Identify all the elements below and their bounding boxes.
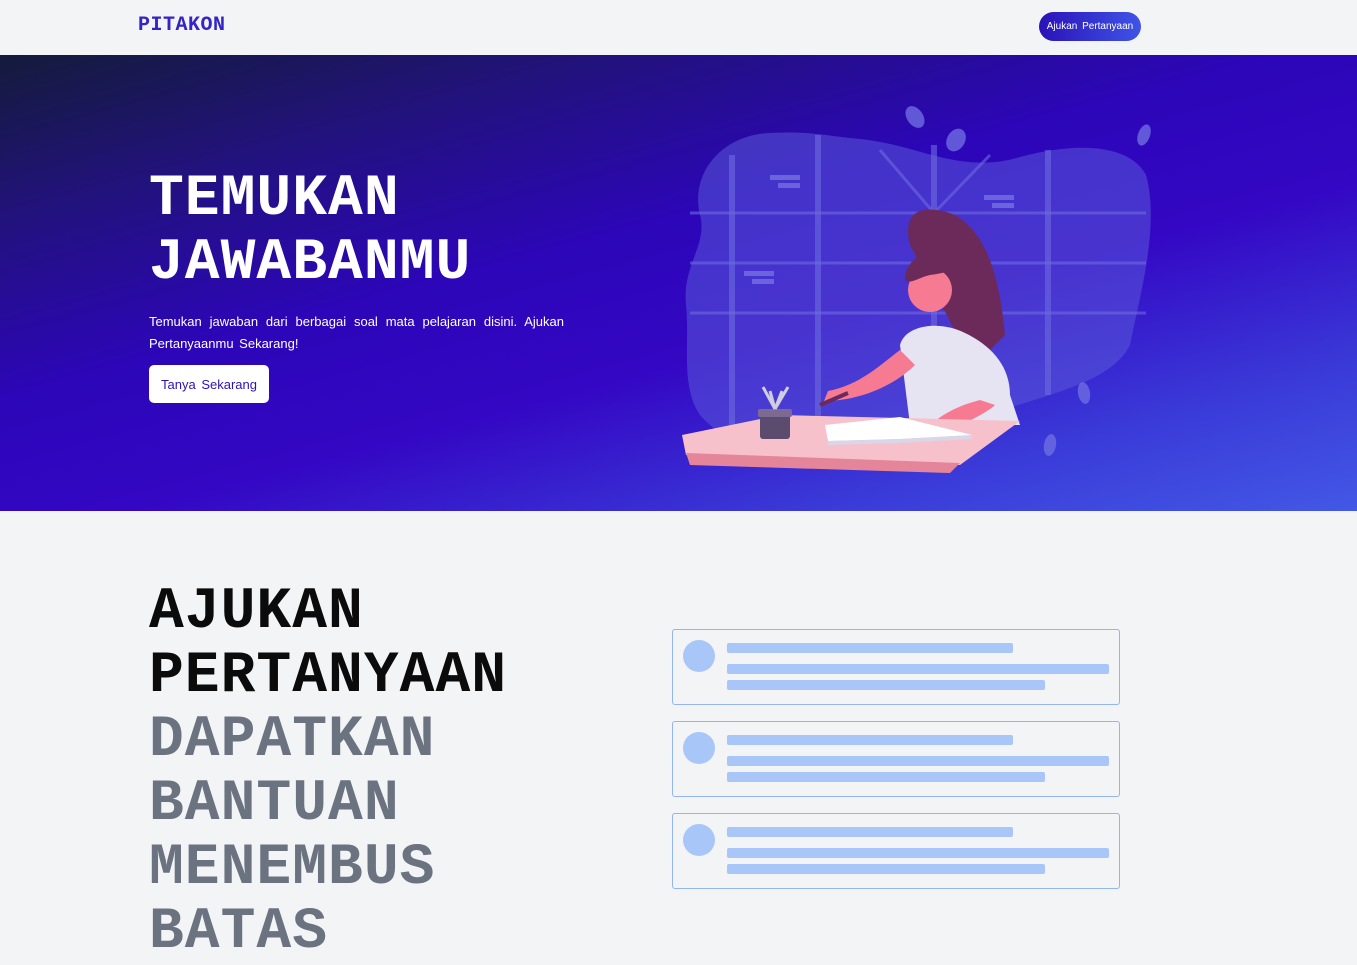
avatar-placeholder	[683, 640, 715, 672]
skeleton-line	[727, 756, 1109, 766]
question-preview-list	[672, 629, 1120, 905]
avatar-placeholder	[683, 732, 715, 764]
brand-logo[interactable]: PITAKON	[138, 14, 226, 37]
question-placeholder-card	[672, 813, 1120, 889]
ask-question-button[interactable]: Ajukan Pertanyaan	[1039, 12, 1141, 41]
skeleton-line	[727, 827, 1013, 837]
skeleton-line	[727, 735, 1013, 745]
question-placeholder-card	[672, 629, 1120, 705]
skeleton-line	[727, 643, 1013, 653]
ask-now-button[interactable]: Tanya Sekarang	[149, 365, 269, 403]
skeleton-line	[727, 848, 1109, 858]
hero-title-line-1: TEMUKAN	[149, 167, 400, 232]
hero-description: Temukan jawaban dari berbagai soal mata …	[149, 314, 564, 351]
skeleton-line	[727, 680, 1045, 690]
avatar-placeholder	[683, 824, 715, 856]
hero-section: TEMUKAN JAWABANMU Temukan jawaban dari b…	[0, 55, 1357, 511]
skeleton-line	[727, 772, 1045, 782]
hero-title-line-2: JAWABANMU	[149, 231, 472, 296]
feature-subtitle-line-1: DAPATKAN	[149, 708, 436, 773]
question-placeholder-card	[672, 721, 1120, 797]
feature-subtitle-line-4: BATAS	[149, 900, 329, 965]
navbar: PITAKON Ajukan Pertanyaan	[0, 0, 1357, 55]
feature-title-line-2: PERTANYAAN	[149, 644, 508, 709]
feature-subtitle-line-2: BANTUAN	[149, 772, 400, 837]
hero-title: TEMUKAN JAWABANMU	[149, 168, 471, 296]
skeleton-line	[727, 864, 1045, 874]
study-illustration-icon	[682, 106, 1151, 473]
skeleton-line	[727, 664, 1109, 674]
feature-title: AJUKAN PERTANYAAN DAPATKAN BANTUAN MENEM…	[149, 581, 507, 965]
feature-subtitle-line-3: MENEMBUS	[149, 836, 436, 901]
feature-title-line-1: AJUKAN	[149, 580, 364, 645]
